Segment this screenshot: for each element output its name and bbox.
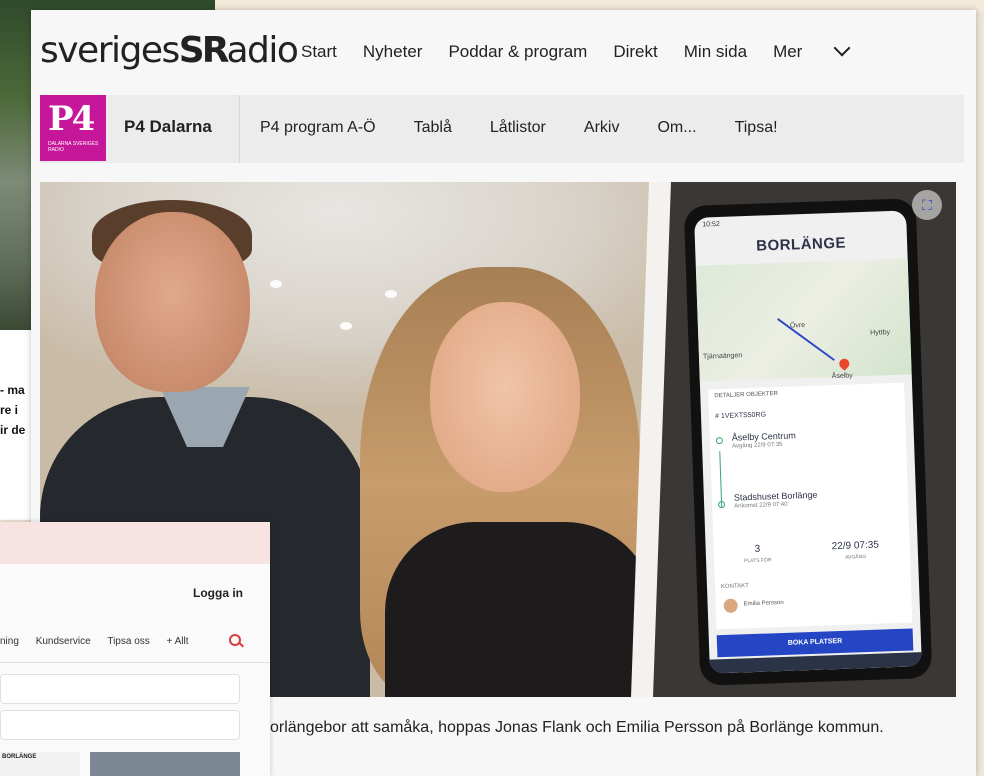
station-name[interactable]: P4 Dalarna <box>124 117 212 137</box>
map-pin-icon <box>837 356 852 371</box>
channel-navigation: P4 DALARNA SVERIGES RADIO P4 Dalarna P4 … <box>40 95 964 163</box>
snippet-line: ir de <box>0 423 26 437</box>
contact-name: Emilia Persson <box>743 599 784 608</box>
seats-label: PLATS FÖR <box>744 557 772 565</box>
logo-mark: SR <box>178 30 230 71</box>
map-label: Övre <box>789 322 806 330</box>
channel-links: P4 program A-Ö Tablå Låtlistor Arkiv Om.… <box>260 119 816 137</box>
nav-min-sida[interactable]: Min sida <box>684 42 747 62</box>
stop-dot-icon <box>718 500 726 509</box>
overlay-news-card: Logga in ning Kundservice Tipsa oss + Al… <box>0 522 270 776</box>
content-field <box>0 674 240 704</box>
channel-link-latlistor[interactable]: Låtlistor <box>490 119 546 137</box>
nav-nyheter[interactable]: Nyheter <box>363 42 423 62</box>
stop-dot-icon <box>715 436 724 445</box>
route-line <box>777 318 835 361</box>
ceiling-light <box>270 280 282 288</box>
details-tabs[interactable]: DETALJER OBJEKTER <box>714 391 778 399</box>
top-navigation: sverigesSRadio Start Nyheter Poddar & pr… <box>31 10 976 94</box>
person-emilia-body <box>385 522 655 697</box>
channel-link-tipsa[interactable]: Tipsa! <box>735 119 778 137</box>
overlay-nav-kundservice[interactable]: Kundservice <box>36 636 91 647</box>
seats-value: 3 <box>754 543 761 555</box>
snippet-line: ma - <box>0 383 25 397</box>
p4-logo-text: P4 <box>48 99 95 139</box>
route-line <box>719 451 723 508</box>
departure-label: AVGÅNG <box>845 554 867 561</box>
nav-poddar-program[interactable]: Poddar & program <box>448 42 587 62</box>
route-map: Övre Åselby Hyttby Tjärnaängen <box>695 258 912 382</box>
thumbnail-text: BORLÄNGE <box>0 752 80 776</box>
contact-label: KONTAKT <box>720 583 749 591</box>
map-label: Tjärnaängen <box>702 352 743 361</box>
ceiling-light <box>385 290 397 298</box>
phone-photo: 10:52 BORLÄNGE Övre Åselby Hyttby Tjärna… <box>652 182 956 697</box>
logo-tail: adio <box>226 30 298 71</box>
nav-start[interactable]: Start <box>301 42 337 62</box>
app-title: BORLÄNGE <box>755 234 847 255</box>
person-jonas-face <box>95 212 250 392</box>
trip-number: # 1VEXTS50RG <box>714 411 767 421</box>
ceiling-light <box>340 322 352 330</box>
app-screen: 10:52 BORLÄNGE Övre Åselby Hyttby Tjärna… <box>694 210 922 674</box>
sveriges-radio-logo[interactable]: sverigesSRadio <box>40 30 299 71</box>
channel-link-om[interactable]: Om... <box>657 119 696 137</box>
stop-destination: Stadshuset Borlänge Ankomst 22/9 07:40 <box>734 490 818 510</box>
status-bar: 10:52 <box>702 220 721 229</box>
trip-details-panel: DETALJER OBJEKTER # 1VEXTS50RG Åselby Ce… <box>708 382 913 630</box>
channel-link-tabla[interactable]: Tablå <box>414 119 452 137</box>
search-icon[interactable] <box>229 634 241 646</box>
departure-stat: 22/9 07:35 AVGÅNG <box>831 540 879 562</box>
seats-stat: 3 PLATS FÖR <box>744 543 772 565</box>
chevron-down-icon <box>833 39 851 57</box>
person-emilia-face <box>430 302 580 492</box>
login-link[interactable]: Logga in <box>193 586 243 600</box>
stop-origin-time: Avgång 22/9 07:35 <box>732 441 783 450</box>
map-label: Hyttby <box>870 329 891 337</box>
nav-direkt[interactable]: Direkt <box>613 42 657 62</box>
overlay-nav-item[interactable]: ning <box>0 636 19 647</box>
departure-value: 22/9 07:35 <box>831 539 880 553</box>
logo-text: sveriges <box>40 30 180 71</box>
divider <box>0 662 270 663</box>
p4-logo[interactable]: P4 DALARNA SVERIGES RADIO <box>40 95 106 161</box>
overlay-nav-tipsa[interactable]: Tipsa oss <box>107 636 149 647</box>
overlay-nav: ning Kundservice Tipsa oss + Allt <box>0 636 203 647</box>
main-nav-links: Start Nyheter Poddar & program Direkt Mi… <box>301 39 900 62</box>
thumbnail-image[interactable] <box>90 752 240 776</box>
map-label: Åselby <box>831 372 853 381</box>
snippet-line: re i <box>0 403 19 417</box>
nav-mer-label: Mer <box>773 42 803 61</box>
avatar <box>723 598 738 614</box>
divider <box>239 95 240 163</box>
zoom-image-icon[interactable]: ⛶ <box>912 190 942 220</box>
channel-link-program[interactable]: P4 program A-Ö <box>260 119 376 137</box>
overlay-nav-allt[interactable]: + Allt <box>167 636 189 647</box>
overlay-header-band <box>0 522 270 564</box>
stop-origin: Åselby Centrum Avgång 22/9 07:35 <box>732 430 797 449</box>
p4-logo-subtext: DALARNA SVERIGES RADIO <box>48 141 99 153</box>
channel-link-arkiv[interactable]: Arkiv <box>584 119 620 137</box>
smartphone: 10:52 BORLÄNGE Övre Åselby Hyttby Tjärna… <box>683 198 933 686</box>
content-field <box>0 710 240 740</box>
background-snippet-text: ma - re i ir de <box>0 380 32 440</box>
image-caption: orlängebor att samåka, hoppas Jonas Flan… <box>270 719 884 736</box>
nav-mer[interactable]: Mer <box>773 39 874 62</box>
